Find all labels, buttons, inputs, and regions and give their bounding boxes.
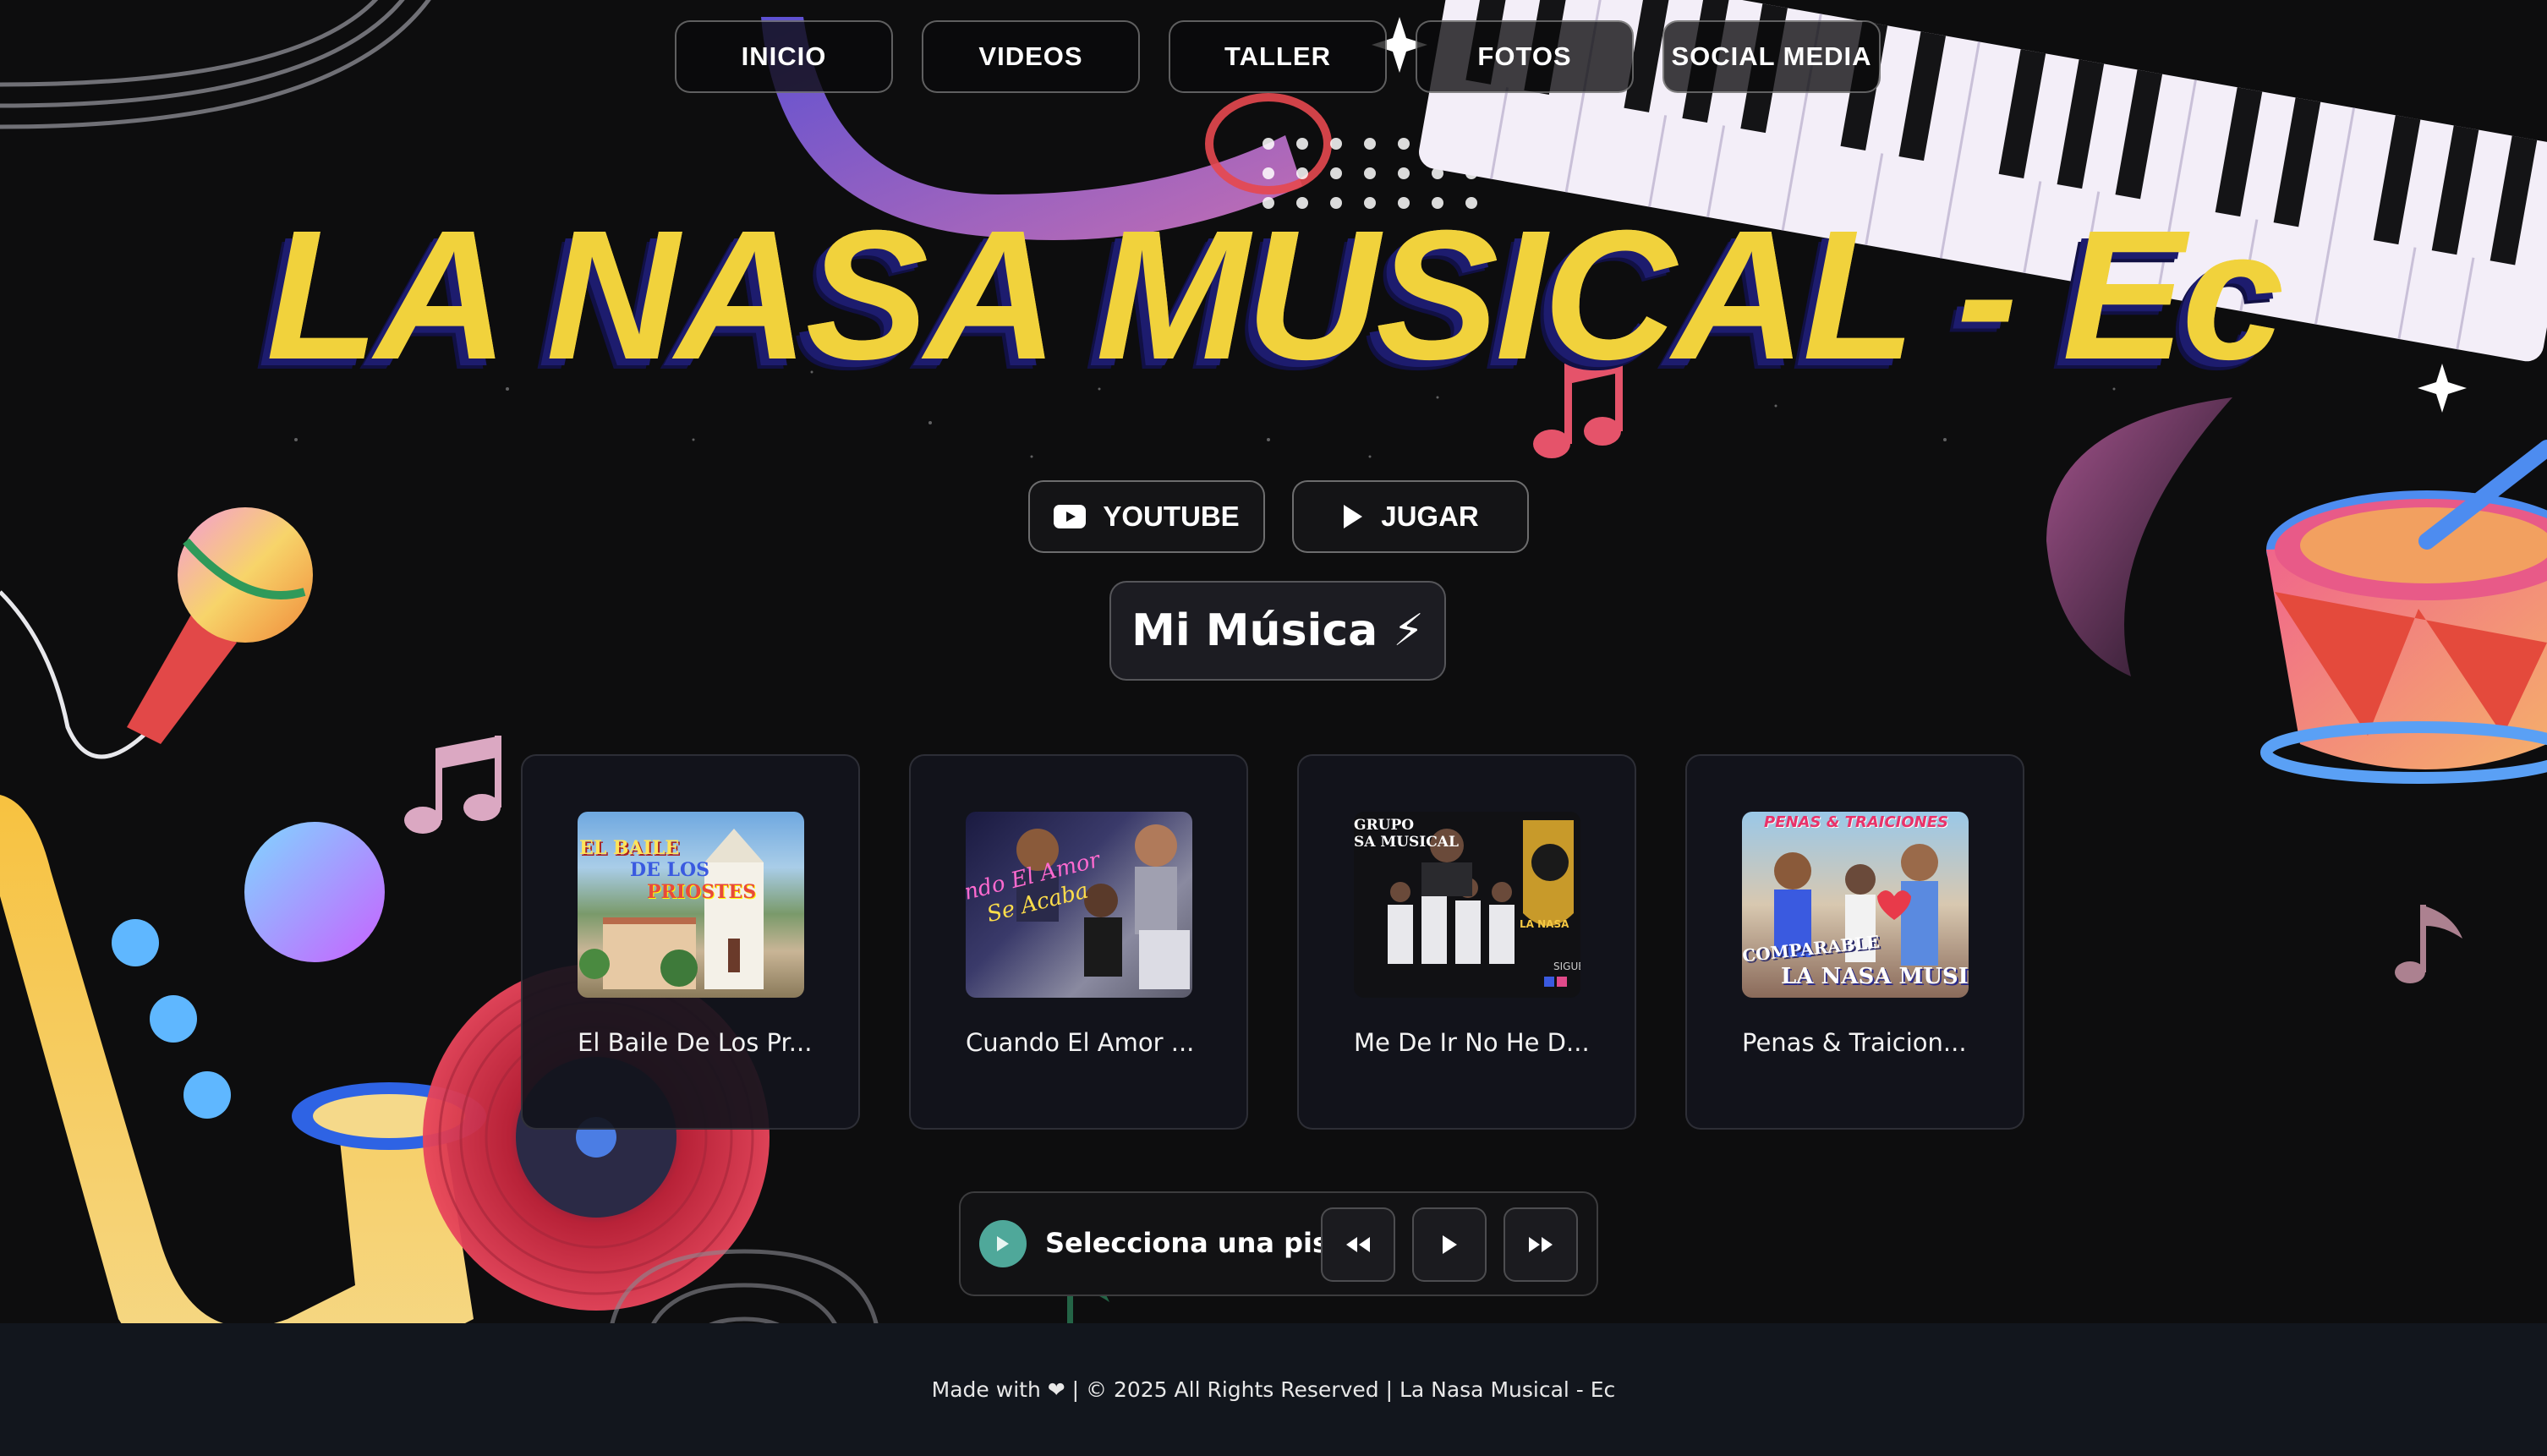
track-thumbnail: PENAS & TRAICIONES COMPARABLE LA NASA MU… (1742, 812, 1969, 998)
now-playing-icon (979, 1220, 1027, 1267)
track-card[interactable]: EL BAILE DE LOS PRIOSTES El Baile De Los… (521, 754, 860, 1130)
thumb-text: PENAS & TRAICIONES (1764, 813, 1948, 831)
play-game-label: JUGAR (1381, 501, 1479, 532)
track-list: EL BAILE DE LOS PRIOSTES El Baile De Los… (521, 754, 2024, 1130)
fast-forward-icon (1529, 1237, 1553, 1252)
thumb-text: LA NASA (1520, 918, 1569, 930)
youtube-button[interactable]: YOUTUBE (1028, 480, 1265, 553)
track-thumbnail: GRUPO SA MUSICAL LA NASA SIGUE (1354, 812, 1580, 998)
nav-social-media[interactable]: SOCIAL MEDIA (1662, 20, 1881, 93)
thumb-text: EL BAILE (579, 837, 680, 859)
thumb-text: LA NASA MUSI (1781, 964, 1969, 989)
track-thumbnail: ndo El Amor Se Acaba (966, 812, 1192, 998)
previous-track-button[interactable] (1321, 1207, 1395, 1282)
page-title: LA NASA MUSICAL - Ec (0, 190, 2547, 402)
track-title: Me De Ir No He D... (1354, 1028, 1590, 1057)
play-icon (1344, 505, 1363, 528)
main-nav: INICIO VIDEOS TALLER FOTOS SOCIAL MEDIA (675, 20, 1881, 93)
footer: Made with ❤ | © 2025 All Rights Reserved… (0, 1323, 2547, 1456)
track-card[interactable]: ndo El Amor Se Acaba Cuando El Amor ... (909, 754, 1248, 1130)
thumb-text: PRIOSTES (647, 881, 757, 903)
nav-taller[interactable]: TALLER (1169, 20, 1387, 93)
nav-inicio[interactable]: INICIO (675, 20, 893, 93)
track-title: Cuando El Amor ... (966, 1028, 1195, 1057)
track-card[interactable]: PENAS & TRAICIONES COMPARABLE LA NASA MU… (1685, 754, 2024, 1130)
play-game-button[interactable]: JUGAR (1292, 480, 1529, 553)
thumb-text: GRUPO (1354, 817, 1415, 834)
youtube-icon (1054, 505, 1087, 528)
track-card[interactable]: GRUPO SA MUSICAL LA NASA SIGUE Me De Ir … (1297, 754, 1636, 1130)
thumb-text: SA MUSICAL (1354, 834, 1459, 851)
track-title: El Baile De Los Pr... (578, 1028, 813, 1057)
next-track-button[interactable] (1504, 1207, 1578, 1282)
nav-videos[interactable]: VIDEOS (922, 20, 1140, 93)
track-thumbnail: EL BAILE DE LOS PRIOSTES (578, 812, 804, 998)
now-playing-text: Selecciona una pista (1045, 1227, 1360, 1259)
rewind-icon (1346, 1237, 1370, 1252)
play-pause-button[interactable] (1412, 1207, 1487, 1282)
youtube-label: YOUTUBE (1103, 501, 1240, 532)
my-music-heading: Mi Música ⚡ (1109, 581, 1446, 681)
footer-text: Made with ❤ | © 2025 All Rights Reserved… (931, 1377, 1616, 1402)
play-icon (1443, 1235, 1457, 1254)
nav-fotos[interactable]: FOTOS (1416, 20, 1634, 93)
music-player: Selecciona una pista (959, 1191, 1598, 1296)
play-icon (997, 1236, 1009, 1251)
thumb-text: DE LOS (630, 859, 710, 881)
page-title-text: LA NASA MUSICAL - Ec (266, 193, 2285, 398)
thumb-text: SIGUE (1553, 961, 1580, 972)
track-title: Penas & Traicion... (1742, 1028, 1967, 1057)
